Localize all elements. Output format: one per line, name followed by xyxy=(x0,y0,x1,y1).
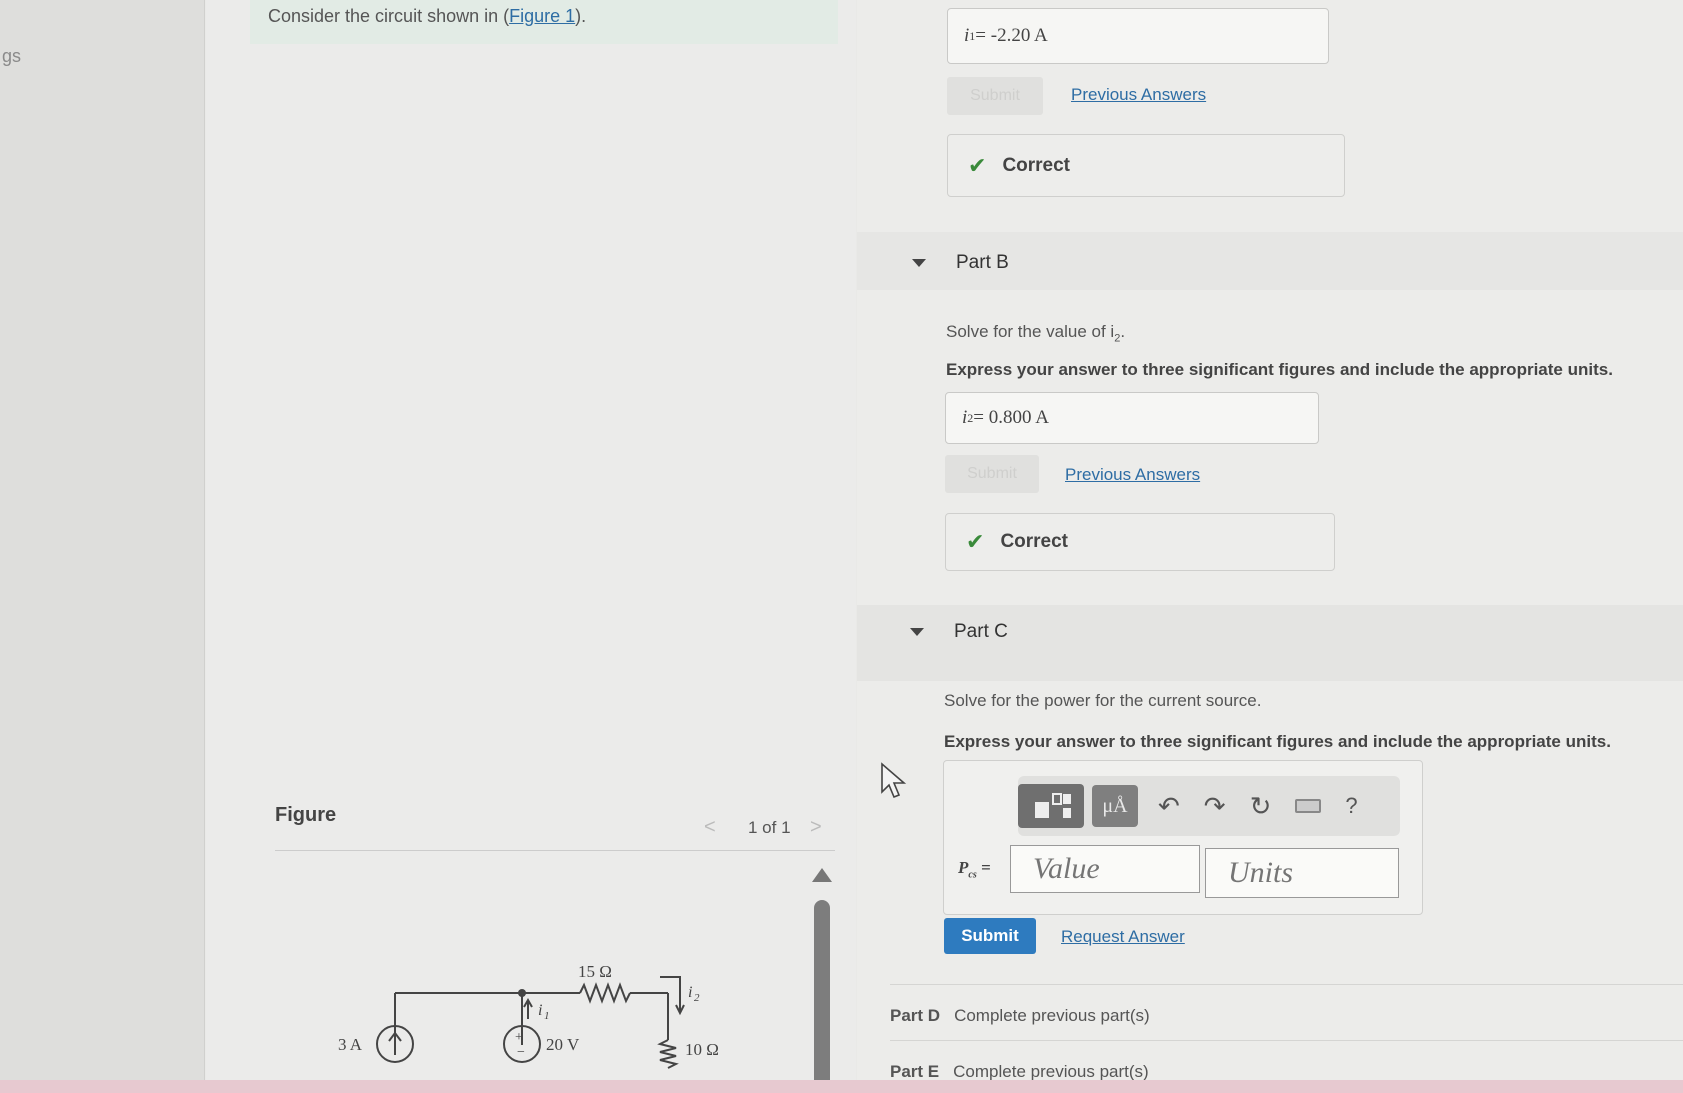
scroll-up-arrow-icon[interactable] xyxy=(812,868,832,882)
figure-next-button[interactable]: > xyxy=(810,816,822,839)
resistor-15-icon xyxy=(579,982,631,1004)
svg-text:+: + xyxy=(515,1030,523,1045)
voltage-source-label: 20 V xyxy=(546,1035,580,1054)
part-c-var-sub: cs xyxy=(968,869,977,881)
resistor-15-label: 15 Ω xyxy=(578,962,612,981)
part-a-answer-value: = -2.20 A xyxy=(975,25,1048,46)
part-a-previous-answers-link[interactable]: Previous Answers xyxy=(1071,85,1206,105)
resistor-10-label: 10 Ω xyxy=(685,1040,719,1059)
part-c-submit-button[interactable]: Submit xyxy=(944,918,1036,954)
part-d-status: Complete previous part(s) xyxy=(954,1006,1150,1025)
intro-prefix: Consider the circuit shown in ( xyxy=(268,6,510,26)
part-b-question: Solve for the value of i2. xyxy=(946,322,1125,344)
sidebar-fragment-text: gs xyxy=(2,46,22,66)
svg-text:−: − xyxy=(517,1045,525,1060)
part-a-correct-feedback: ✔ Correct xyxy=(947,134,1345,197)
figure-prev-button[interactable]: < xyxy=(704,816,716,839)
templates-icon[interactable] xyxy=(1018,784,1084,828)
scrollbar-thumb[interactable] xyxy=(814,900,830,1090)
part-d-label: Part D xyxy=(890,1006,941,1025)
part-b-question-text: Solve for the value of i xyxy=(946,322,1115,341)
part-b-correct-label: Correct xyxy=(1000,531,1069,552)
part-c-title: Part C xyxy=(954,621,1008,642)
part-c-var: P xyxy=(958,858,969,877)
part-c-variable-label: Pcs = xyxy=(958,858,991,880)
part-c-var-eq: = xyxy=(976,858,991,877)
bottom-strip xyxy=(0,1080,1683,1093)
part-b-title: Part B xyxy=(956,252,1009,273)
keyboard-icon[interactable] xyxy=(1295,799,1322,813)
i2-label: i xyxy=(688,984,692,1001)
part-b-question-end: . xyxy=(1120,322,1126,341)
part-b-instruction: Express your answer to three significant… xyxy=(946,360,1613,379)
part-b-submit-button[interactable]: Submit xyxy=(945,455,1039,493)
circuit-diagram: + − 3 A 20 V 15 Ω 10 Ω i 1 i 2 xyxy=(338,962,719,1069)
value-input[interactable] xyxy=(1010,845,1200,893)
figure-pager-text: 1 of 1 xyxy=(748,818,791,837)
collapse-triangle-icon[interactable] xyxy=(912,259,926,267)
undo-icon[interactable]: ↶ xyxy=(1158,791,1180,822)
part-c-instruction: Express your answer to three significant… xyxy=(944,732,1611,751)
part-c-question: Solve for the power for the current sour… xyxy=(944,691,1262,710)
current-source-label: 3 A xyxy=(338,1035,363,1054)
part-b-answer-field[interactable]: i2 = 0.800 A xyxy=(945,392,1319,444)
part-b-previous-answers-link[interactable]: Previous Answers xyxy=(1065,465,1200,485)
figure-label: Figure xyxy=(275,804,337,826)
reset-icon[interactable]: ↻ xyxy=(1250,791,1272,822)
node-dot xyxy=(518,989,526,997)
part-b-correct-feedback: ✔ Correct xyxy=(945,513,1335,571)
part-e-row[interactable]: Part E Complete previous part(s) xyxy=(890,1062,1149,1082)
mouse-cursor-icon xyxy=(881,762,907,799)
part-b-header[interactable]: Part B xyxy=(912,252,1009,274)
collapse-triangle-icon[interactable] xyxy=(910,628,924,636)
i1-label: i xyxy=(538,1002,542,1019)
part-a-submit-button[interactable]: Submit xyxy=(947,77,1043,115)
part-e-status: Complete previous part(s) xyxy=(953,1062,1149,1081)
resistor-10-icon xyxy=(657,1039,679,1069)
checkmark-icon: ✔ xyxy=(966,529,985,554)
divider-line xyxy=(890,1040,1683,1041)
request-answer-link[interactable]: Request Answer xyxy=(1061,927,1185,947)
figure-divider xyxy=(275,850,835,851)
part-e-label: Part E xyxy=(890,1062,940,1081)
units-input[interactable] xyxy=(1205,848,1399,898)
checkmark-icon: ✔ xyxy=(968,152,987,178)
units-button[interactable]: μÅ xyxy=(1092,785,1138,827)
part-b-answer-value: = 0.800 A xyxy=(973,407,1049,428)
figure-link[interactable]: Figure 1 xyxy=(509,6,575,26)
part-a-answer-field[interactable]: i1 = -2.20 A xyxy=(947,8,1329,64)
part-a-correct-label: Correct xyxy=(1002,154,1071,176)
left-edge-strip xyxy=(0,0,205,1080)
divider-line xyxy=(890,984,1683,985)
redo-icon[interactable]: ↷ xyxy=(1204,791,1226,822)
part-c-header[interactable]: Part C xyxy=(910,621,1008,643)
i2-subscript: 2 xyxy=(694,992,700,1004)
figure-panel xyxy=(206,0,856,1080)
part-c-header-band xyxy=(857,605,1683,681)
math-toolbar: μÅ ↶ ↷ ↻ ? xyxy=(1018,776,1400,836)
intro-text: Consider the circuit shown in (Figure 1)… xyxy=(268,6,586,27)
i1-subscript: 1 xyxy=(544,1010,550,1022)
intro-suffix: ). xyxy=(575,6,587,26)
help-button[interactable]: ? xyxy=(1345,793,1357,819)
part-d-row[interactable]: Part D Complete previous part(s) xyxy=(890,1006,1150,1026)
